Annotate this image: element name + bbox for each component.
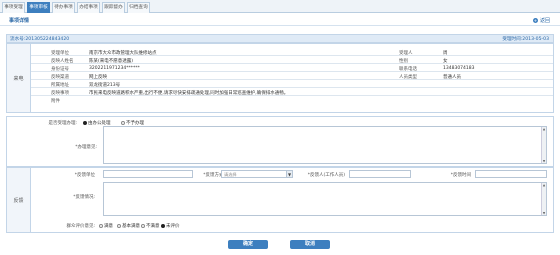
satisfaction-option-label: 不满意 — [146, 224, 160, 229]
satisfaction-option-label: 未评价 — [166, 224, 180, 229]
top-tab-bar: 事项受理 事项审核 待办事项 办结事项 跟踪督办 归档查询 — [0, 0, 560, 13]
tab-todo[interactable]: 待办事项 — [52, 2, 75, 13]
info-label: 性别 — [399, 58, 408, 64]
feedback-unit-label: *反馈单位 — [74, 173, 95, 178]
info-label: 人员类型 — [399, 74, 417, 80]
record-time: 受理时间:2013-05-03 — [502, 36, 549, 42]
info-row: 反映事项 市民来电反映道路积水严重,出行不便,请求尽快安排疏通处理,同时加强日常… — [31, 88, 553, 96]
scrollbar[interactable]: ▲ ▼ — [541, 127, 546, 163]
process-section: 是否受理办理: 由办公处理 不予办理 *办理意见: ▲ ▼ — [6, 116, 554, 167]
feedback-side-label: 反馈 — [7, 168, 31, 232]
info-value: 陈某(来电不愿意透露) — [89, 58, 134, 64]
record-number: 流水号:201305224843420 — [10, 36, 69, 42]
info-row: 所属地址 双龙街道213号 — [31, 80, 553, 88]
feedback-section: 反馈 *反馈单位 *反馈方式: 请选择 ▼ *反馈人(工作人员) *反馈时间 *… — [6, 167, 554, 233]
info-label: 受理人 — [399, 50, 413, 56]
scroll-down-icon[interactable]: ▼ — [542, 211, 546, 215]
feedback-person-label: *反馈人(工作人员) — [307, 173, 345, 178]
feedback-method-select[interactable]: 请选择 ▼ — [221, 170, 293, 178]
tab-review[interactable]: 事项审核 — [27, 2, 50, 13]
caller-side-label: 来电 — [7, 44, 31, 112]
info-label: 联系电话 — [399, 66, 417, 72]
info-value: 女 — [443, 58, 448, 64]
info-row: 反映渠道 网上反映 人员类型 普通人员 — [31, 72, 553, 80]
scroll-up-icon[interactable]: ▲ — [542, 183, 546, 187]
feedback-method-value: 请选择 — [224, 172, 237, 177]
satisfaction-option-satisfied[interactable]: 满意 — [99, 223, 113, 229]
satisfaction-option-label: 基本满意 — [122, 224, 140, 229]
record-number-label: 流水号: — [10, 37, 26, 42]
feedback-content-textarea[interactable]: ▲ ▼ — [103, 182, 547, 216]
feedback-time-label: *反馈时间 — [450, 173, 471, 178]
info-value: 13483074183 — [443, 65, 475, 71]
radio-icon — [117, 223, 121, 228]
satisfaction-option-unsatisfied[interactable]: 不满意 — [141, 223, 160, 229]
info-value: 网上反映 — [89, 74, 107, 80]
scroll-up-icon[interactable]: ▲ — [542, 127, 546, 131]
return-button[interactable]: + 返回 — [532, 17, 550, 24]
return-icon: + — [532, 18, 538, 23]
info-value: 南京市大众市政管理大队维修站点 — [89, 50, 157, 56]
radio-icon — [99, 223, 103, 228]
satisfaction-label: 群众评价意见: — [66, 224, 95, 229]
info-row: 附件 — [31, 96, 553, 104]
opinion-label: *办理意见: — [75, 145, 97, 150]
info-value: 双龙街道213号 — [89, 82, 121, 88]
info-label: 受理单位 — [51, 50, 69, 56]
record-number-value: 201305224843420 — [25, 37, 70, 42]
opinion-textarea[interactable]: ▲ ▼ — [103, 126, 547, 164]
tab-done[interactable]: 办结事项 — [77, 2, 100, 13]
record-time-label: 受理时间: — [502, 37, 523, 42]
info-label: 所属地址 — [51, 82, 69, 88]
info-label: 身份证号 — [51, 66, 69, 72]
radio-icon — [161, 223, 165, 228]
info-row: 反映人姓名 陈某(来电不愿意透露) 性别 女 — [31, 56, 553, 64]
info-value: 周 — [443, 50, 448, 56]
cancel-button[interactable]: 取消 — [290, 240, 330, 249]
satisfaction-option-label: 满意 — [104, 224, 113, 229]
feedback-person-input[interactable] — [349, 170, 411, 178]
satisfaction-option-basic[interactable]: 基本满意 — [117, 223, 140, 229]
radio-icon — [83, 120, 87, 125]
satisfaction-option-none[interactable]: 未评价 — [161, 223, 180, 229]
info-row: 受理单位 南京市大众市政管理大队维修站点 受理人 周 — [31, 48, 553, 56]
record-bar: 流水号:201305224843420 受理时间:2013-05-03 — [6, 34, 554, 43]
confirm-button[interactable]: 确定 — [228, 240, 268, 249]
radio-icon — [121, 120, 125, 125]
feedback-unit-input[interactable] — [103, 170, 193, 178]
page-title: 事项详情 — [9, 18, 30, 24]
scroll-down-icon[interactable]: ▼ — [542, 159, 546, 163]
accept-label: 是否受理办理: — [48, 121, 77, 126]
tab-track[interactable]: 跟踪督办 — [102, 2, 125, 13]
page-header: 事项详情 + 返回 — [0, 15, 560, 26]
tab-accept[interactable]: 事项受理 — [2, 2, 25, 13]
return-label: 返回 — [539, 18, 550, 24]
feedback-time-input[interactable] — [475, 170, 547, 178]
info-row: 身份证号 3202211971234****** 联系电话 1348307418… — [31, 64, 553, 72]
info-value: 3202211971234****** — [89, 65, 140, 71]
record-time-value: 2013-05-03 — [522, 37, 549, 42]
radio-icon — [141, 223, 145, 228]
scrollbar[interactable]: ▲ ▼ — [541, 183, 546, 215]
info-value: 市民来电反映道路积水严重,出行不便,请求尽快安排疏通处理,同时加强日常巡查维护,… — [89, 90, 289, 96]
info-value: 普通人员 — [443, 74, 461, 80]
feedback-content-label: *反馈情况: — [73, 195, 95, 200]
info-label: 反映人姓名 — [51, 58, 74, 64]
chevron-down-icon: ▼ — [286, 171, 292, 177]
tab-archive[interactable]: 归档查询 — [127, 2, 150, 13]
info-label: 反映渠道 — [51, 74, 69, 80]
caller-info-section: 来电 受理单位 南京市大众市政管理大队维修站点 受理人 周 反映人姓名 陈某(来… — [6, 43, 554, 113]
info-label: 附件 — [51, 98, 60, 104]
info-label: 反映事项 — [51, 90, 69, 96]
